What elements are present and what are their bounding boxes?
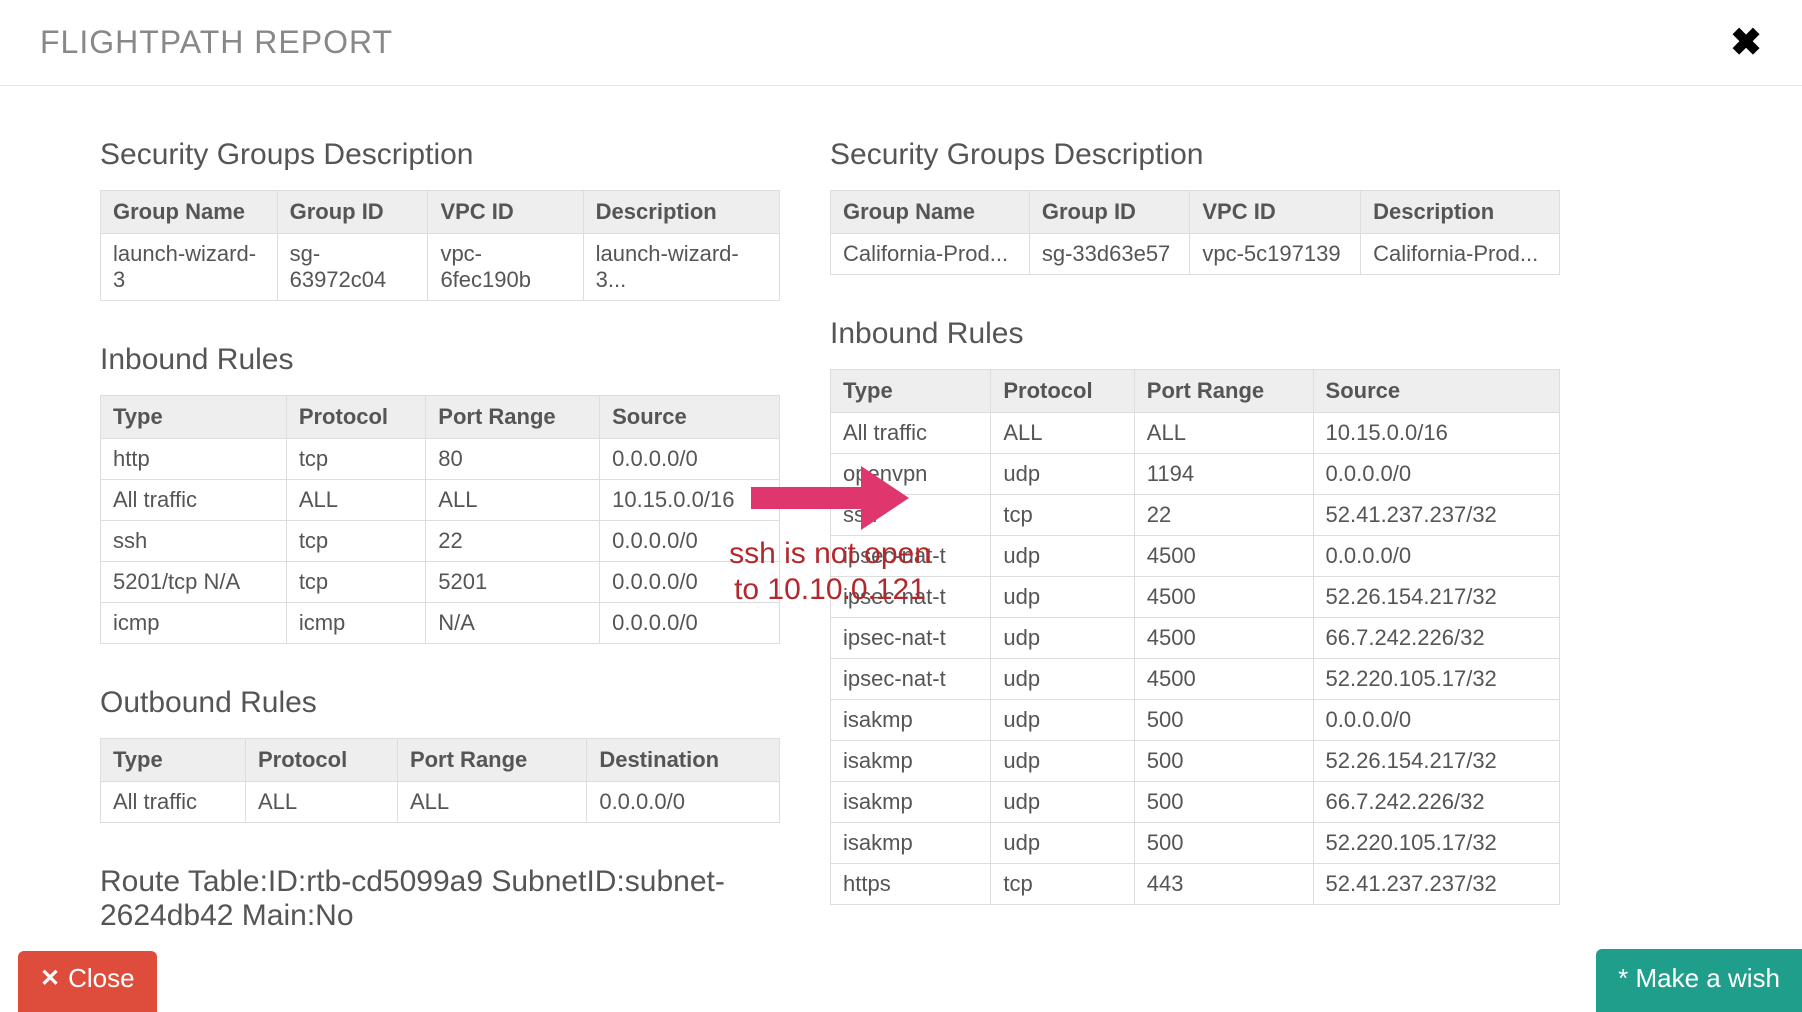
col-description: Description: [1361, 191, 1560, 234]
col-group-id: Group ID: [1029, 191, 1190, 234]
table-row: All trafficALLALL10.15.0.0/16: [831, 413, 1560, 454]
col-source: Source: [1313, 370, 1559, 413]
table-row: httpstcp44352.41.237.237/32: [831, 864, 1560, 905]
route-table-heading: Route Table:ID:rtb-cd5099a9 SubnetID:sub…: [100, 865, 780, 933]
table-row: icmpicmpN/A0.0.0.0/0: [101, 603, 780, 644]
close-x-icon: ✕: [40, 964, 60, 993]
table-row: All trafficALLALL10.15.0.0/16: [101, 480, 780, 521]
right-column[interactable]: Security Groups Description Group Name G…: [830, 126, 1580, 936]
right-inbound-table: Type Protocol Port Range Source All traf…: [830, 369, 1560, 905]
col-port-range: Port Range: [1134, 370, 1313, 413]
table-row: All trafficALLALL0.0.0.0/0: [101, 782, 780, 823]
col-source: Source: [600, 396, 780, 439]
col-port-range: Port Range: [426, 396, 600, 439]
left-inbound-table: Type Protocol Port Range Source httptcp8…: [100, 395, 780, 644]
col-description: Description: [583, 191, 779, 234]
modal-body: Security Groups Description Group Name G…: [0, 86, 1802, 936]
col-protocol: Protocol: [286, 396, 425, 439]
table-row: isakmpudp50066.7.242.226/32: [831, 782, 1560, 823]
col-vpc-id: VPC ID: [428, 191, 583, 234]
col-vpc-id: VPC ID: [1190, 191, 1361, 234]
table-row: ipsec-nat-tudp45000.0.0.0/0: [831, 536, 1560, 577]
close-button[interactable]: ✕ Close: [18, 951, 157, 1012]
right-sg-table: Group Name Group ID VPC ID Description C…: [830, 190, 1560, 275]
left-outbound-title: Outbound Rules: [100, 686, 780, 720]
left-column[interactable]: Security Groups Description Group Name G…: [100, 126, 800, 936]
table-row: sshtcp220.0.0.0/0: [101, 521, 780, 562]
col-destination: Destination: [587, 739, 780, 782]
table-row: ipsec-nat-tudp450052.220.105.17/32: [831, 659, 1560, 700]
col-type: Type: [101, 396, 287, 439]
col-protocol: Protocol: [991, 370, 1134, 413]
left-outbound-table: Type Protocol Port Range Destination All…: [100, 738, 780, 823]
table-row: openvpnudp11940.0.0.0/0: [831, 454, 1560, 495]
table-row: isakmpudp50052.220.105.17/32: [831, 823, 1560, 864]
close-icon[interactable]: ✖: [1730, 20, 1762, 65]
table-row: ipsec-nat-tudp450066.7.242.226/32: [831, 618, 1560, 659]
table-row: isakmpudp50052.26.154.217/32: [831, 741, 1560, 782]
table-row: California-Prod... sg-33d63e57 vpc-5c197…: [831, 234, 1560, 275]
col-group-id: Group ID: [277, 191, 428, 234]
table-row: launch-wizard-3 sg-63972c04 vpc-6fec190b…: [101, 234, 780, 301]
right-sg-title: Security Groups Description: [830, 138, 1560, 172]
col-group-name: Group Name: [831, 191, 1030, 234]
wish-button-label: * Make a wish: [1618, 963, 1780, 993]
modal-title: FLIGHTPATH REPORT: [40, 24, 393, 61]
left-inbound-title: Inbound Rules: [100, 343, 780, 377]
table-row: ipsec-nat-tudp450052.26.154.217/32: [831, 577, 1560, 618]
col-protocol: Protocol: [245, 739, 397, 782]
right-inbound-title: Inbound Rules: [830, 317, 1560, 351]
close-button-label: Close: [68, 963, 134, 994]
col-port-range: Port Range: [397, 739, 586, 782]
table-row: isakmpudp5000.0.0.0/0: [831, 700, 1560, 741]
table-row: httptcp800.0.0.0/0: [101, 439, 780, 480]
left-sg-title: Security Groups Description: [100, 138, 780, 172]
make-a-wish-button[interactable]: * Make a wish: [1596, 949, 1802, 1012]
col-group-name: Group Name: [101, 191, 278, 234]
table-row: sshtcp2252.41.237.237/32: [831, 495, 1560, 536]
table-row: 5201/tcp N/Atcp52010.0.0.0/0: [101, 562, 780, 603]
left-sg-table: Group Name Group ID VPC ID Description l…: [100, 190, 780, 301]
col-type: Type: [831, 370, 991, 413]
modal-header: FLIGHTPATH REPORT ✖: [0, 0, 1802, 86]
col-type: Type: [101, 739, 246, 782]
